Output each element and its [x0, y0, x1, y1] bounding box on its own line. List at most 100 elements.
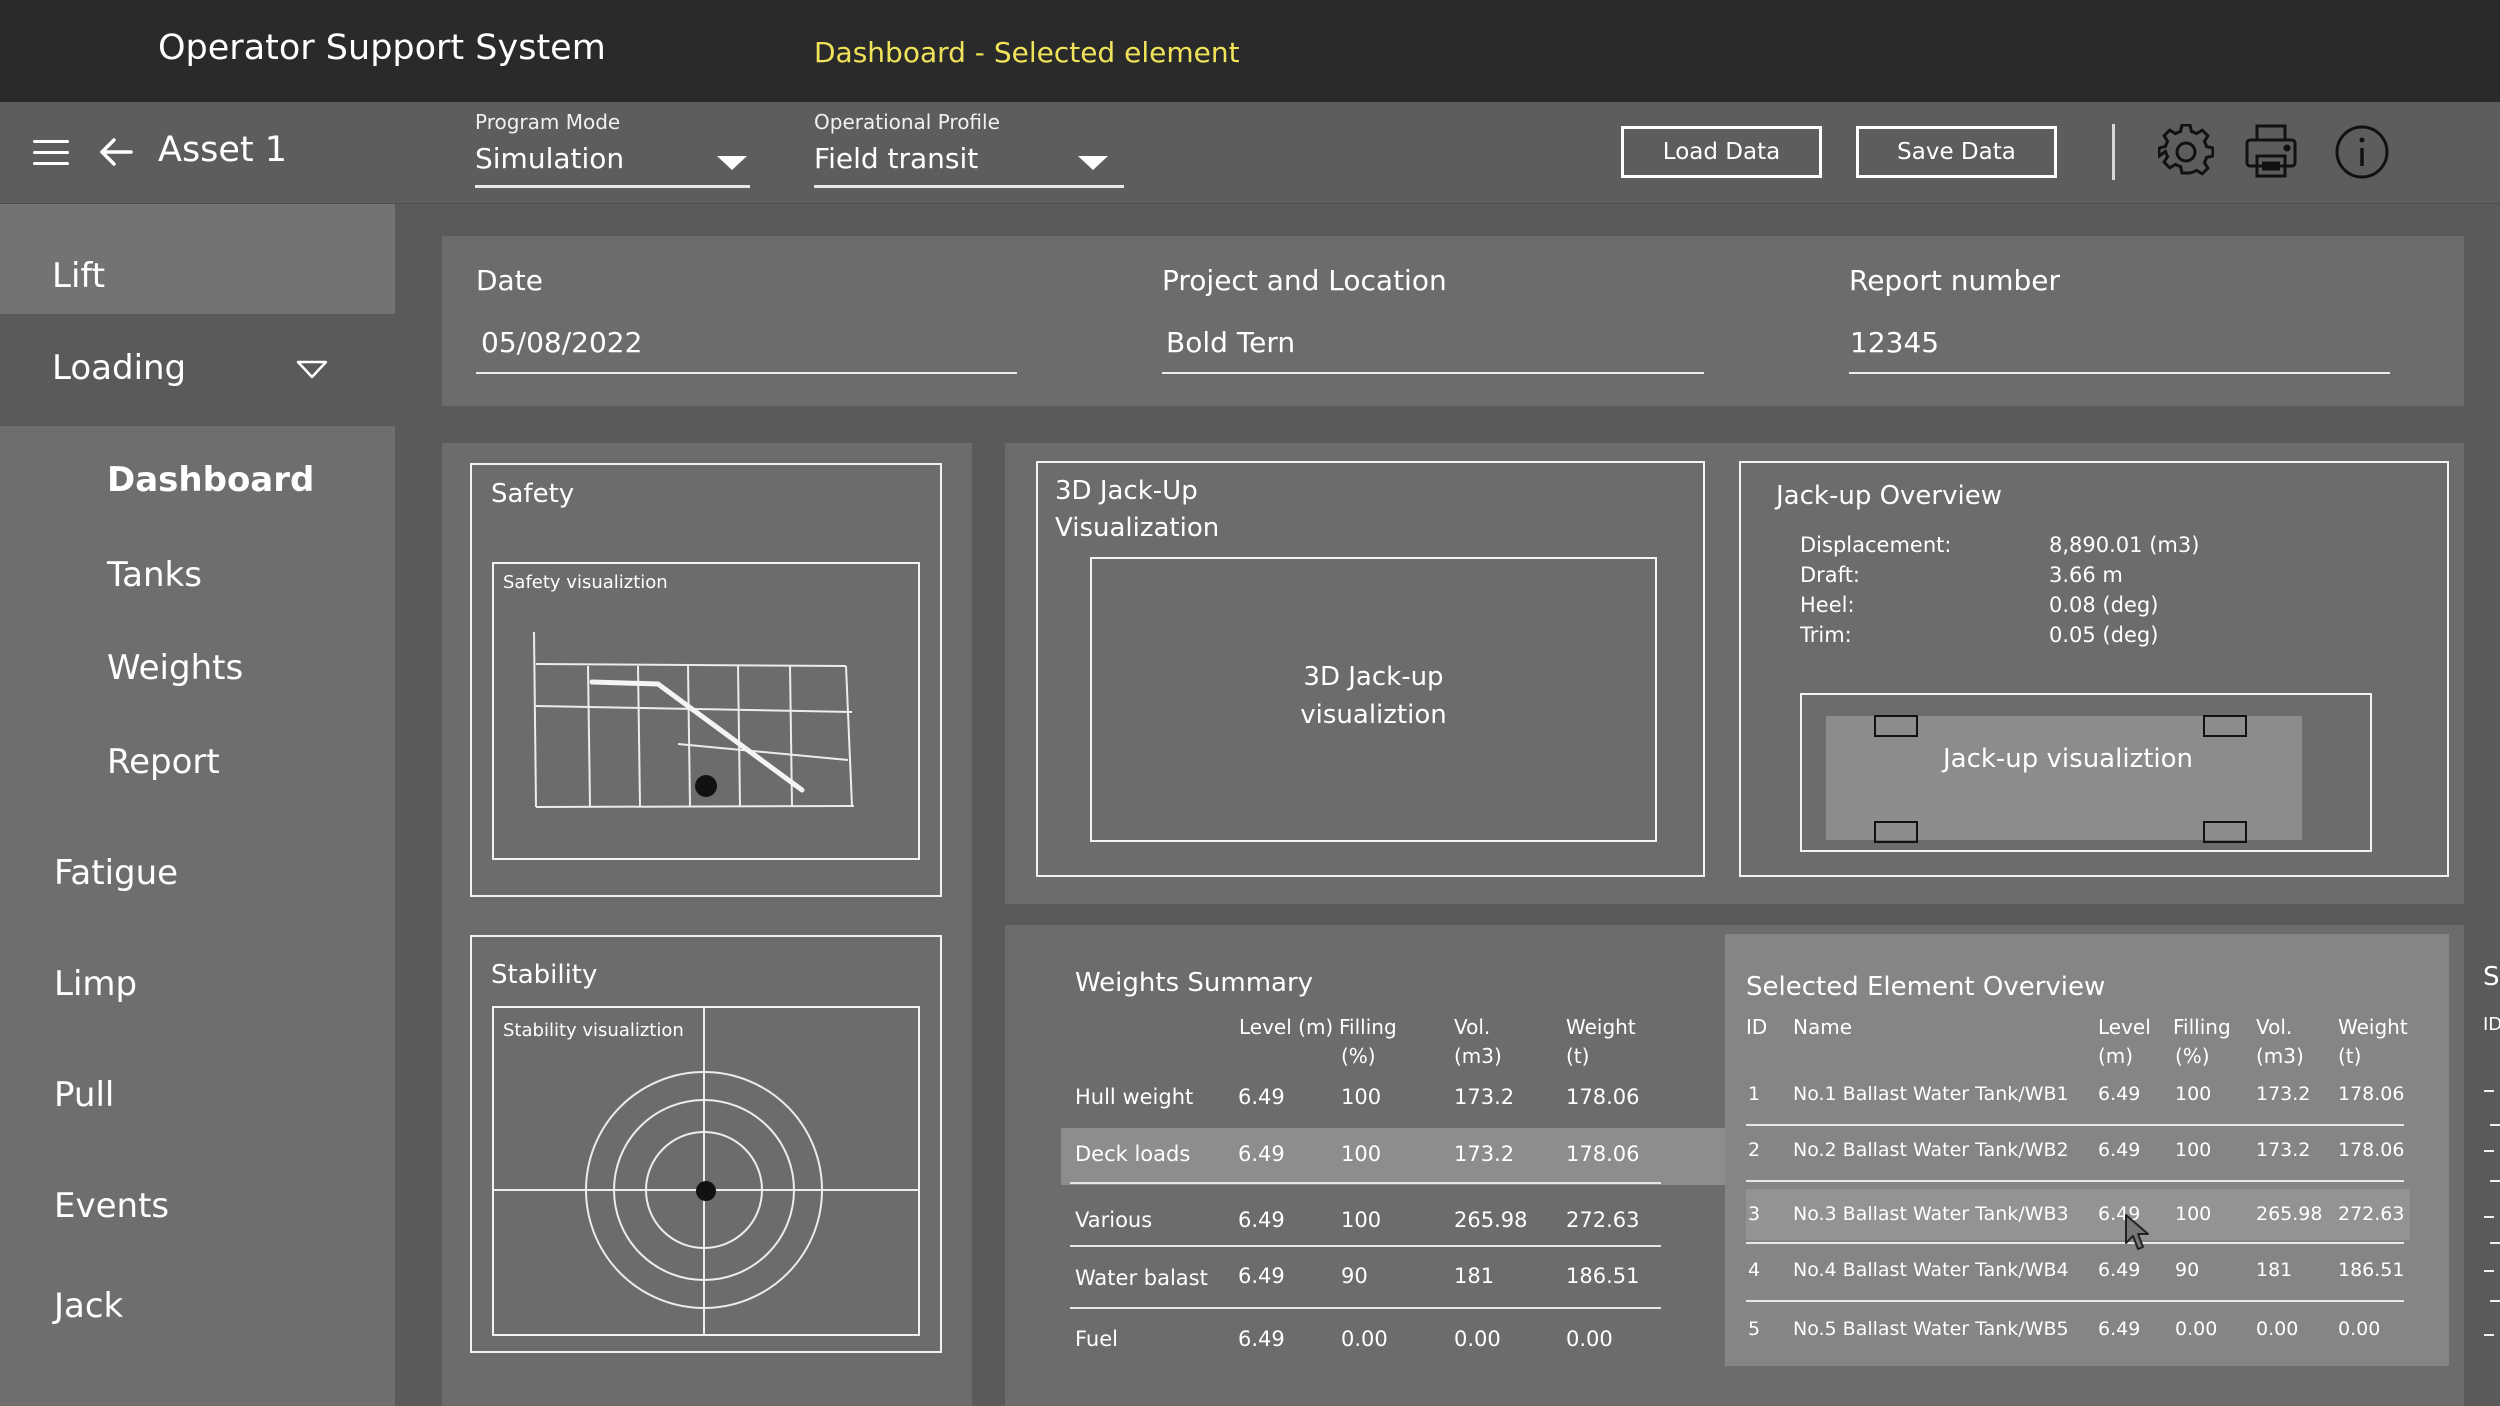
date-label: Date: [476, 264, 543, 297]
selected-row-filling: 90: [2175, 1259, 2200, 1281]
selected-col-level-unit: (m): [2098, 1044, 2134, 1068]
operational-profile-select[interactable]: Operational Profile Field transit: [814, 110, 1124, 190]
offscreen-panel-dash: [2484, 1270, 2494, 1272]
selected-row-name[interactable]: No.5 Ballast Water Tank/WB5: [1793, 1318, 2069, 1340]
3d-jackup-placeholder-line1: 3D Jack-up: [1303, 662, 1444, 692]
selected-row-id: 3: [1748, 1203, 1761, 1225]
weights-row-weight: 178.06: [1566, 1142, 1640, 1166]
weights-row-weight: 0.00: [1566, 1327, 1613, 1351]
weights-summary-title: Weights Summary: [1075, 968, 1314, 998]
sidebar-item-jack[interactable]: Jack: [54, 1286, 123, 1326]
weights-row-filling: 90: [1341, 1264, 1368, 1288]
selected-col-name: Name: [1793, 1015, 1853, 1039]
weights-row-name: Water balast: [1075, 1266, 1208, 1290]
weights-row-vol: 173.2: [1454, 1085, 1515, 1109]
weights-row-level: 6.49: [1238, 1208, 1285, 1232]
sidebar-item-weights[interactable]: Weights: [107, 648, 243, 688]
jackup-leg: [2203, 821, 2247, 843]
program-mode-select[interactable]: Program Mode Simulation: [475, 110, 750, 190]
weights-row-vol: 265.98: [1454, 1208, 1528, 1232]
selected-row-name[interactable]: No.2 Ballast Water Tank/WB2: [1793, 1139, 2069, 1161]
safety-visualization-label: Safety visualiztion: [503, 572, 668, 593]
weights-row-weight: 186.51: [1566, 1264, 1640, 1288]
selected-row-vol: 0.00: [2256, 1318, 2299, 1340]
weights-row-weight: 178.06: [1566, 1085, 1640, 1109]
sidebar-item-fatigue[interactable]: Fatigue: [54, 853, 178, 893]
jackup-leg: [1874, 715, 1918, 737]
load-data-button[interactable]: Load Data: [1621, 126, 1822, 178]
sidebar-item-report[interactable]: Report: [107, 742, 220, 782]
weights-row-name: Fuel: [1075, 1327, 1118, 1351]
offscreen-panel-dash: [2484, 1150, 2494, 1152]
report-number-label: Report number: [1849, 264, 2060, 297]
stability-title: Stability: [491, 960, 598, 990]
weights-row-vol: 181: [1454, 1264, 1495, 1288]
sidebar-item-pull[interactable]: Pull: [54, 1075, 114, 1115]
selected-row-name[interactable]: No.3 Ballast Water Tank/WB3: [1793, 1203, 2069, 1225]
menu-icon[interactable]: [33, 140, 69, 173]
overview-value-displacement: 8,890.01 (m3): [2049, 533, 2200, 557]
save-data-button[interactable]: Save Data: [1856, 126, 2057, 178]
select-underline: [814, 185, 1124, 188]
printer-icon[interactable]: [2242, 122, 2300, 184]
project-field[interactable]: Bold Tern: [1166, 326, 1295, 359]
weights-row-filling: 100: [1341, 1142, 1382, 1166]
selected-row-id: 5: [1748, 1318, 1761, 1340]
offscreen-panel-dash: [2484, 1216, 2494, 1218]
sidebar-item-events[interactable]: Events: [54, 1186, 169, 1226]
selected-row-level: 6.49: [2098, 1139, 2141, 1161]
sidebar-item-limp[interactable]: Limp: [54, 964, 137, 1004]
selected-row-filling: 100: [2175, 1203, 2212, 1225]
toolbar: [0, 102, 2500, 204]
offscreen-panel-col-id: ID: [2483, 1014, 2500, 1035]
3d-jackup-placeholder-line2: visualiztion: [1300, 700, 1447, 730]
offscreen-panel-line: [2490, 1124, 2500, 1126]
overview-label-draft: Draft:: [1800, 563, 1861, 587]
weights-row-level: 6.49: [1238, 1327, 1285, 1351]
program-mode-value: Simulation: [475, 142, 625, 175]
weights-row-level: 6.49: [1238, 1085, 1285, 1109]
selected-col-id: ID: [1746, 1015, 1768, 1039]
offscreen-panel-title: Se: [2483, 962, 2500, 992]
row-divider: [1746, 1180, 2404, 1182]
offscreen-panel-dash: [2484, 1090, 2494, 1092]
offscreen-panel-line: [2490, 1242, 2500, 1244]
offscreen-panel-line: [2490, 1300, 2500, 1302]
app-title: Operator Support System: [158, 28, 606, 68]
row-divider: [1746, 1242, 2404, 1244]
date-field[interactable]: 05/08/2022: [481, 326, 642, 359]
row-divider: [1070, 1182, 1661, 1184]
weights-row-name: Various: [1075, 1208, 1153, 1232]
overview-value-heel: 0.08 (deg): [2049, 593, 2159, 617]
gear-icon[interactable]: [2157, 123, 2215, 184]
sidebar-item-tanks[interactable]: Tanks: [107, 555, 202, 595]
weights-col-level: Level (m): [1239, 1015, 1334, 1039]
date-underline: [476, 372, 1017, 374]
screen-title: Dashboard - Selected element: [814, 36, 1240, 69]
chevron-down-icon: [717, 156, 747, 170]
selected-row-filling: 100: [2175, 1083, 2212, 1105]
safety-title: Safety: [491, 479, 575, 509]
chevron-down-icon[interactable]: [296, 360, 328, 384]
mouse-cursor-icon: [2124, 1213, 2150, 1257]
report-number-field[interactable]: 12345: [1850, 326, 1939, 359]
selected-row-weight: 178.06: [2338, 1083, 2405, 1105]
sidebar-item-dashboard[interactable]: Dashboard: [107, 460, 314, 500]
3d-jackup-title-line1: 3D Jack-Up: [1055, 476, 1198, 506]
back-arrow-icon[interactable]: [98, 134, 134, 174]
weights-row-name[interactable]: Deck loads: [1075, 1142, 1190, 1166]
selected-col-weight-unit: (t): [2338, 1044, 2362, 1068]
selected-row-id: 2: [1748, 1139, 1761, 1161]
selected-row-name[interactable]: No.1 Ballast Water Tank/WB1: [1793, 1083, 2069, 1105]
selected-row-vol: 181: [2256, 1259, 2293, 1281]
safety-plot: [528, 631, 864, 816]
selected-col-level: Level: [2098, 1015, 2151, 1039]
weights-row-weight: 272.63: [1566, 1208, 1640, 1232]
selected-element-title: Selected Element Overview: [1746, 972, 2106, 1002]
operational-profile-label: Operational Profile: [814, 110, 1000, 134]
row-divider: [1746, 1300, 2404, 1302]
selected-row-level: 6.49: [2098, 1083, 2141, 1105]
row-divider: [1070, 1307, 1661, 1309]
info-icon[interactable]: [2334, 124, 2390, 184]
selected-row-name[interactable]: No.4 Ballast Water Tank/WB4: [1793, 1259, 2069, 1281]
